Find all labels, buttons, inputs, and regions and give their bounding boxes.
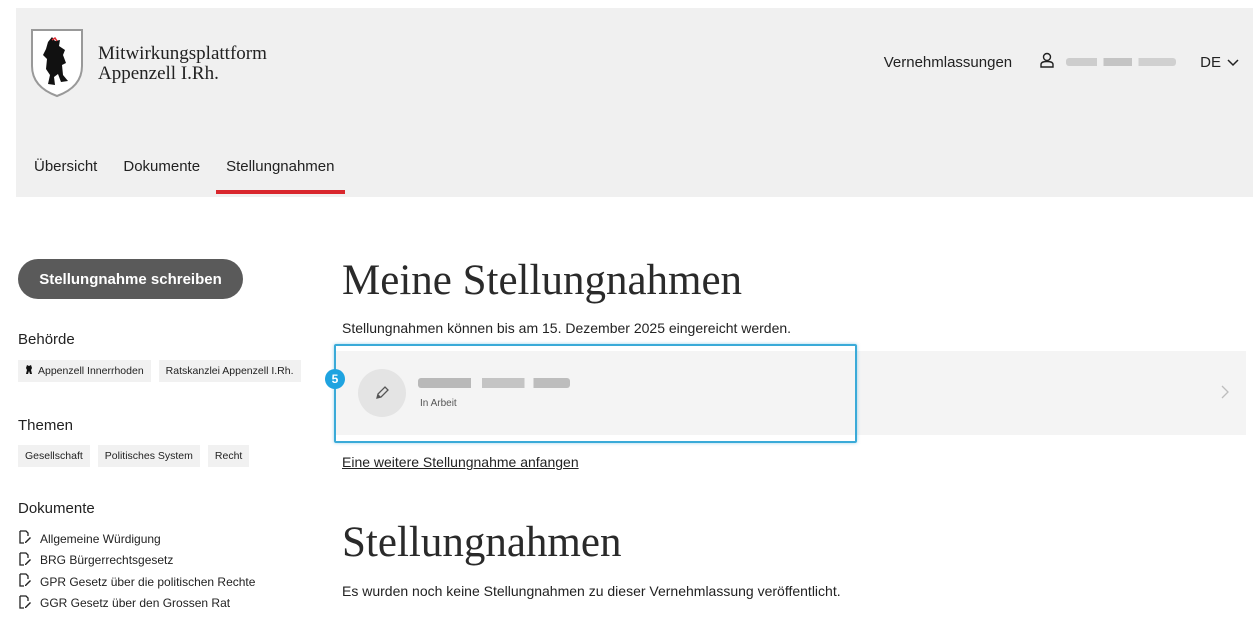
bear-icon bbox=[25, 364, 34, 378]
chip-gesellschaft[interactable]: Gesellschaft bbox=[18, 445, 90, 467]
document-label: GGR Gesetz über den Grossen Rat bbox=[40, 596, 231, 611]
no-statements-text: Es wurden noch keine Stellungnahmen zu d… bbox=[342, 583, 841, 599]
annotation-highlight-box bbox=[334, 344, 857, 443]
document-item[interactable]: GPR Gesetz über die politischen Rechte bbox=[18, 571, 255, 593]
chip-ratskanzlei[interactable]: Ratskanzlei Appenzell I.Rh. bbox=[158, 360, 301, 382]
language-label: DE bbox=[1200, 53, 1221, 71]
public-statements-title: Stellungnahmen bbox=[342, 519, 622, 566]
chip-label: Ratskanzlei Appenzell I.Rh. bbox=[165, 365, 294, 377]
coat-of-arms-logo[interactable] bbox=[28, 26, 86, 98]
documents-heading: Dokumente bbox=[18, 500, 95, 517]
site-header: Mitwirkungsplattform Appenzell I.Rh. Ver… bbox=[16, 8, 1253, 197]
tab-stellungnahmen[interactable]: Stellungnahmen bbox=[216, 158, 345, 194]
deadline-text: Stellungnahmen können bis am 15. Dezembe… bbox=[342, 320, 792, 336]
user-menu[interactable] bbox=[1040, 52, 1177, 72]
document-label: GPR Gesetz über die politischen Rechte bbox=[40, 574, 256, 589]
authority-chips: Appenzell Innerrhoden Ratskanzlei Appenz… bbox=[18, 360, 301, 382]
document-label: Allgemeine Würdigung bbox=[40, 531, 161, 546]
authority-heading: Behörde bbox=[18, 331, 75, 348]
nav-vernehmlassungen[interactable]: Vernehmlassungen bbox=[884, 54, 1012, 71]
document-edit-icon bbox=[18, 530, 32, 547]
tab-dokumente[interactable]: Dokumente bbox=[123, 158, 200, 175]
chip-recht[interactable]: Recht bbox=[207, 445, 250, 467]
start-another-statement-link[interactable]: Eine weitere Stellungnahme anfangen bbox=[342, 454, 579, 470]
document-item[interactable]: GGR Gesetz über den Grossen Rat bbox=[18, 593, 255, 615]
my-statements-title: Meine Stellungnahmen bbox=[342, 257, 743, 304]
document-item[interactable]: BRG Bürgerrechtsgesetz bbox=[18, 550, 255, 572]
chevron-down-icon bbox=[1227, 54, 1239, 71]
document-edit-icon bbox=[18, 595, 32, 612]
document-edit-icon bbox=[18, 573, 32, 590]
user-icon bbox=[1040, 52, 1054, 72]
document-label: BRG Bürgerrechtsgesetz bbox=[40, 553, 174, 568]
language-selector[interactable]: DE bbox=[1200, 54, 1239, 71]
chip-label: Appenzell Innerrhoden bbox=[38, 365, 144, 377]
chevron-right-icon bbox=[1216, 383, 1234, 401]
document-edit-icon bbox=[18, 552, 32, 569]
document-list: Allgemeine Würdigung BRG Bürgerrechtsges… bbox=[18, 528, 255, 614]
user-name-redacted bbox=[1066, 58, 1177, 66]
annotation-step-badge: 5 bbox=[325, 369, 345, 389]
section-tabs: Übersicht Dokumente Stellungnahmen bbox=[34, 158, 361, 194]
write-statement-button[interactable]: Stellungnahme schreiben bbox=[18, 259, 243, 299]
brand-line1: Mitwirkungsplattform bbox=[98, 43, 267, 64]
brand-title[interactable]: Mitwirkungsplattform Appenzell I.Rh. bbox=[98, 44, 267, 84]
top-nav: Vernehmlassungen DE bbox=[884, 52, 1239, 72]
chip-politisches-system[interactable]: Politisches System bbox=[97, 445, 200, 467]
brand-line2: Appenzell I.Rh. bbox=[98, 63, 219, 84]
topics-heading: Themen bbox=[18, 417, 74, 434]
document-item[interactable]: Allgemeine Würdigung bbox=[18, 528, 255, 550]
tab-uebersicht[interactable]: Übersicht bbox=[34, 158, 97, 175]
topic-chips: Gesellschaft Politisches System Recht bbox=[18, 445, 250, 467]
chip-appenzell-innerrhoden[interactable]: Appenzell Innerrhoden bbox=[18, 360, 151, 382]
